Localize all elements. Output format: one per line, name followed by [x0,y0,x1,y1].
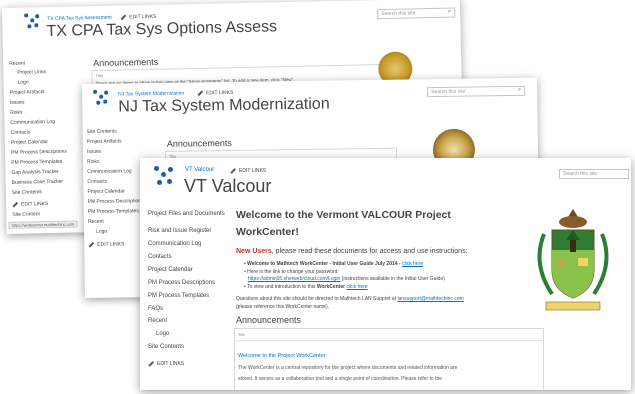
announcements-list: Title Welcome to the Project WorkCenter … [234,328,544,390]
nav-item[interactable]: Risk and Issue Register [148,228,211,234]
announcement-body-2: stored. It serves as a collaboration too… [238,376,443,382]
pencil-icon [88,241,94,248]
email-link[interactable]: lansupport@mathtechinc.com [398,296,464,302]
nav-item[interactable]: PM Process Templates [148,293,209,299]
nav-item[interactable]: Recent [88,219,104,225]
nav-item[interactable]: Issues [87,149,102,155]
nav-item[interactable]: Risks [10,110,22,116]
nav-item[interactable]: Site Contents [148,344,184,350]
search-input[interactable]: Search this site [559,169,629,179]
nav-item[interactable]: FAQs [148,306,163,312]
nav-item[interactable]: Business Case Tracker [12,179,64,186]
announcements-heading: Announcements [236,315,302,325]
nav-item[interactable]: PM Process Descriptions [148,280,215,286]
nav-item[interactable]: Contacts [87,179,107,185]
nav-item[interactable]: Contacts [148,254,172,260]
nav-item[interactable]: Project Files and Documents [148,211,225,217]
nav-item[interactable]: Communication Log [148,241,201,247]
site-logo-icon[interactable] [93,89,109,106]
vt-site-window: VT Valcour EDIT LINKS VT Valcour Search … [140,158,631,390]
search-input[interactable]: Search this site ⌕ [377,7,456,20]
welcome-heading: Welcome to the Vermont VALCOUR Project [236,209,451,221]
pencil-icon [230,168,236,174]
nav-item[interactable]: Logo [156,331,169,337]
column-header: Title [95,72,103,79]
welcome-heading-2: WorkCenter! [236,226,299,238]
nav-item[interactable]: Logo [18,79,29,85]
nav-edit-links[interactable]: EDIT LINKS [12,201,48,208]
nav-item[interactable]: Logo [96,229,107,235]
nav-item[interactable]: PM Process Descriptions [88,198,144,205]
nav-item[interactable]: PM Process Templates [11,159,62,166]
nav-item[interactable]: PM Process Descriptions [11,149,67,156]
announcement-body: The WorkCenter is a central repository f… [238,365,458,371]
nav-item[interactable]: Project Calendar [148,267,193,273]
list-item: • Welcome to Mathtech WorkCenter - Initi… [244,261,424,267]
edit-links-button[interactable]: EDIT LINKS [120,14,156,21]
list-item: • To view and introduction to this WorkC… [244,284,368,290]
nav-item[interactable]: Gap Analysis Tracker [11,169,58,176]
nav-item[interactable]: Site Contents [12,189,42,196]
announcements-heading: Announcements [166,137,232,149]
guide-link[interactable]: click here [402,261,423,267]
page-title: VT Valcour [184,176,272,196]
announcement-title-link[interactable]: Welcome to the Project WorkCenter [238,353,326,359]
left-nav: Recent Project Links Logo Project Artifa… [2,0,460,218]
column-header: Title [238,332,246,337]
nav-item[interactable]: Contacts [11,129,31,135]
page-title: TX CPA Tax Sys Options Assess [46,18,278,41]
nav-item[interactable]: Issues [10,100,25,106]
password-link[interactable]: https://admin05.sherweb/cloud.com/Login [248,276,340,282]
edit-links-button[interactable]: EDIT LINKS [197,90,233,97]
nav-item[interactable]: Site Contents [87,129,117,135]
nav-item[interactable]: Site Content [12,211,40,218]
nav-item[interactable]: PM Process Templates [88,208,139,215]
new-users-label: New Users [236,248,272,255]
nav-item[interactable]: Project Calendar [87,188,124,195]
site-link[interactable]: VT Valcour [185,167,214,173]
vermont-coat-of-arms-icon [537,209,609,311]
questions-text-2: (please reference this WorkCenter name). [236,304,330,310]
search-input[interactable]: Search this site ⌕ [427,85,526,98]
search-icon[interactable]: ⌕ [518,87,521,94]
edit-links-button[interactable]: EDIT LINKS [230,168,266,174]
intro-link[interactable]: click here [346,284,367,290]
nav-item[interactable]: Project Artifacts [10,89,45,96]
nav-edit-links[interactable]: EDIT LINKS [148,361,184,367]
pencil-icon [148,361,154,367]
list-item: https://admin05.sherweb/cloud.com/Login … [248,276,445,282]
site-link[interactable]: NJ Tax System Modernization [118,91,184,98]
new-users-line: New Users, please read these documents f… [236,248,468,255]
nav-item[interactable]: Risks [87,159,99,165]
nav-item[interactable]: Recent [148,318,167,324]
page-title: NJ Tax System Modernization [118,95,330,116]
announcements-heading: Announcements [93,56,159,69]
site-logo-icon[interactable] [154,166,174,186]
nav-item[interactable]: Project Artifacts [87,138,122,144]
site-logo-icon[interactable] [24,13,40,29]
pencil-icon [12,201,18,208]
nav-item[interactable]: Communication Log [87,168,132,175]
search-icon[interactable]: ⌕ [448,9,452,16]
status-bar-url: https://workcenter.mathtechinc.com [8,220,78,229]
nav-item[interactable]: Recent [9,61,25,67]
nav-edit-links[interactable]: EDIT LINKS [88,241,124,248]
nav-item[interactable]: Project Calendar [11,139,48,146]
pencil-icon [197,90,203,96]
list-item: • Here is the link to change your passwo… [244,269,339,275]
nav-item[interactable]: Project Links [17,69,46,76]
pencil-icon [120,14,126,20]
nav-item[interactable]: Communication Log [10,119,55,126]
questions-text: Questions about this site should be dire… [236,296,464,302]
